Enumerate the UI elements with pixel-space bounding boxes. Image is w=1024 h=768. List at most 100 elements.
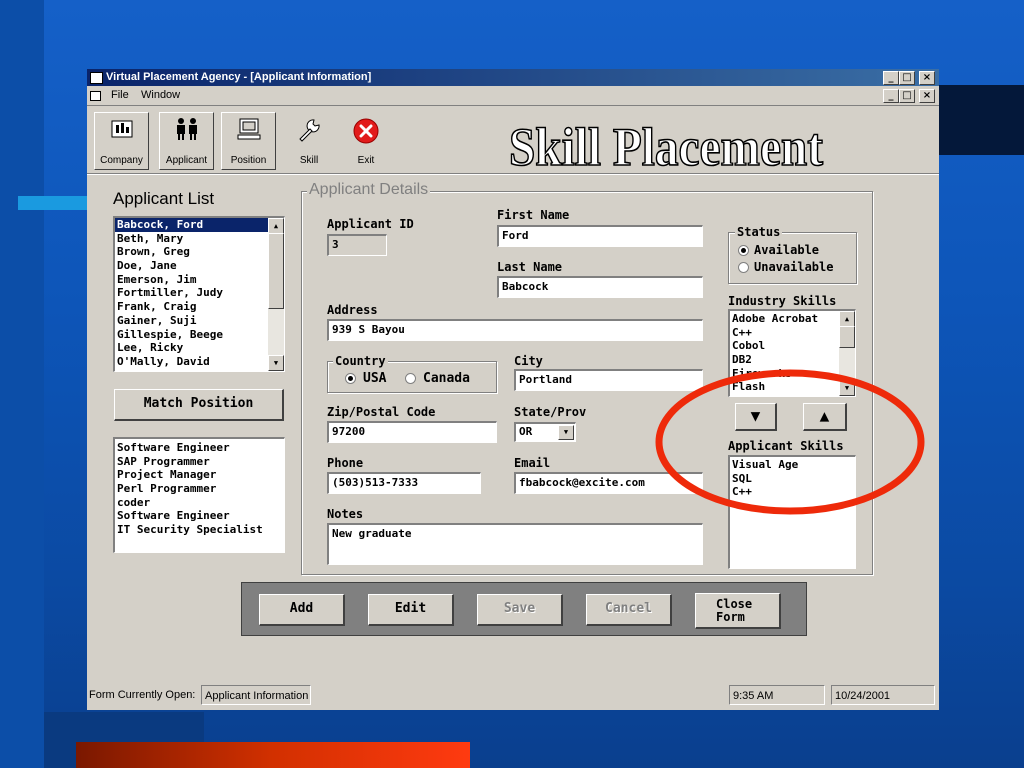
menu-window[interactable]: Window bbox=[141, 86, 180, 105]
status-available-radio[interactable] bbox=[738, 245, 749, 256]
country-canada-radio[interactable] bbox=[405, 373, 416, 384]
applicant-list-item[interactable]: Doe, Jane bbox=[115, 259, 284, 273]
zip-field[interactable]: 97200 bbox=[327, 421, 497, 443]
close-form-button[interactable]: Close Form bbox=[695, 593, 781, 629]
last-name-field[interactable]: Babcock bbox=[497, 276, 703, 298]
child-minimize-button[interactable]: _ bbox=[883, 89, 899, 103]
industry-scroll-up-icon[interactable]: ▲ bbox=[839, 311, 855, 327]
email-label: Email bbox=[514, 456, 551, 470]
applicant-listbox[interactable]: Babcock, Ford Beth, Mary Brown, Greg Doe, J… bbox=[113, 216, 285, 372]
scroll-thumb[interactable] bbox=[268, 233, 284, 309]
status-available-label: Available bbox=[754, 243, 820, 257]
child-close-button[interactable]: × bbox=[919, 89, 935, 103]
toolbar-divider bbox=[87, 105, 939, 106]
state-dropdown-arrow-icon[interactable]: ▼ bbox=[558, 425, 574, 440]
phone-field[interactable]: (503)513-7333 bbox=[327, 472, 481, 494]
status-bar: Form Currently Open: Applicant Informati… bbox=[87, 683, 939, 707]
applicant-id-field: 3 bbox=[327, 234, 387, 256]
close-form-line2: Form bbox=[716, 610, 745, 624]
app-icon bbox=[90, 72, 103, 84]
company-label: Company bbox=[100, 155, 143, 166]
match-position-button[interactable]: Match Position bbox=[114, 389, 284, 421]
first-name-field[interactable]: Ford bbox=[497, 225, 703, 247]
exit-button[interactable]: Exit bbox=[343, 112, 389, 170]
brand-title: Skill Placement bbox=[509, 117, 823, 177]
applicant-list-item[interactable]: Lee, Ricky bbox=[115, 341, 284, 355]
position-label: Position bbox=[230, 155, 267, 166]
applicant-list-item[interactable]: Gainer, Suji bbox=[115, 314, 284, 328]
add-button[interactable]: Add bbox=[259, 594, 345, 626]
highlight-ellipse bbox=[655, 369, 925, 515]
industry-skill-item[interactable]: Cobol bbox=[730, 339, 855, 353]
save-button[interactable]: Save bbox=[477, 594, 563, 626]
skill-label: Skill bbox=[299, 155, 319, 166]
status-unavailable-radio[interactable] bbox=[738, 262, 749, 273]
wrench-icon bbox=[299, 119, 320, 142]
computer-icon bbox=[237, 118, 260, 140]
document-icon[interactable] bbox=[90, 91, 101, 101]
applicant-label: Applicant bbox=[165, 155, 208, 166]
applicant-list-item[interactable]: O'Mally, David bbox=[115, 355, 284, 369]
status-time: 9:35 AM bbox=[729, 685, 825, 705]
window-title: Virtual Placement Agency - [Applicant In… bbox=[106, 71, 372, 83]
edit-button[interactable]: Edit bbox=[368, 594, 454, 626]
people-icon bbox=[176, 118, 197, 140]
applicant-list-item[interactable]: Babcock, Ford bbox=[115, 218, 284, 232]
status-unavailable-label: Unavailable bbox=[754, 260, 834, 274]
industry-scroll-thumb[interactable] bbox=[839, 326, 855, 348]
title-bar[interactable]: Virtual Placement Agency - [Applicant In… bbox=[87, 69, 939, 86]
applicant-scrollbar[interactable]: ▲ ▼ bbox=[268, 218, 284, 371]
industry-skill-item[interactable]: DB2 bbox=[730, 353, 855, 367]
phone-label: Phone bbox=[327, 456, 364, 470]
applicant-list-item[interactable]: Emerson, Jim bbox=[115, 273, 284, 287]
industry-skills-label: Industry Skills bbox=[728, 294, 837, 308]
position-list-item[interactable]: SAP Programmer bbox=[115, 455, 284, 469]
state-label: State/Prov bbox=[514, 405, 587, 419]
slide-red-bar bbox=[76, 742, 470, 768]
status-date: 10/24/2001 bbox=[831, 685, 935, 705]
menu-file[interactable]: File bbox=[111, 86, 129, 105]
close-circle-icon bbox=[353, 118, 379, 144]
applicant-list-item[interactable]: Frank, Craig bbox=[115, 300, 284, 314]
position-list-item[interactable]: IT Security Specialist bbox=[115, 523, 284, 537]
cancel-button[interactable]: Cancel bbox=[586, 594, 672, 626]
scroll-down-arrow-icon[interactable]: ▼ bbox=[268, 355, 284, 371]
zip-label: Zip/Postal Code bbox=[327, 405, 436, 419]
position-list-item[interactable]: Project Manager bbox=[115, 468, 284, 482]
position-button[interactable]: Position bbox=[221, 112, 276, 170]
applicant-list-item[interactable]: Gillespie, Beege bbox=[115, 328, 284, 342]
applicant-list-item[interactable]: Beth, Mary bbox=[115, 232, 284, 246]
brand-logo: Skill Placement bbox=[508, 116, 824, 177]
position-list-item[interactable]: coder bbox=[115, 496, 284, 510]
menu-bar: File Window _ □ × bbox=[87, 86, 939, 105]
restore-button[interactable]: □ bbox=[899, 71, 915, 85]
close-window-button[interactable]: × bbox=[919, 71, 935, 85]
applicant-list-heading: Applicant List bbox=[113, 189, 215, 208]
notes-field[interactable]: New graduate bbox=[327, 523, 703, 565]
first-name-label: First Name bbox=[497, 208, 570, 222]
applicant-id-label: Applicant ID bbox=[327, 217, 414, 231]
position-list-item[interactable]: Software Engineer bbox=[115, 441, 284, 455]
industry-skill-item[interactable]: C++ bbox=[730, 326, 855, 340]
industry-skill-item[interactable]: Adobe Acrobat bbox=[730, 312, 855, 326]
applicant-list-item[interactable]: Brown, Greg bbox=[115, 245, 284, 259]
skill-button[interactable]: Skill bbox=[287, 112, 331, 170]
child-restore-button[interactable]: □ bbox=[899, 89, 915, 103]
position-list-item[interactable]: Perl Programmer bbox=[115, 482, 284, 496]
positions-listbox[interactable]: Software Engineer SAP Programmer Project M… bbox=[113, 437, 285, 553]
applicant-button[interactable]: Applicant bbox=[159, 112, 214, 170]
address-field[interactable]: 939 S Bayou bbox=[327, 319, 703, 341]
state-select[interactable]: OR ▼ bbox=[514, 422, 576, 442]
scroll-up-arrow-icon[interactable]: ▲ bbox=[268, 218, 284, 234]
company-button[interactable]: Company bbox=[94, 112, 149, 170]
country-usa-radio[interactable] bbox=[345, 373, 356, 384]
form-open-value: Applicant Information bbox=[201, 685, 311, 705]
position-list-item[interactable]: Software Engineer bbox=[115, 509, 284, 523]
address-label: Address bbox=[327, 303, 378, 317]
country-usa-label: USA bbox=[363, 371, 387, 386]
applicant-details-title: Applicant Details bbox=[307, 181, 431, 199]
last-name-label: Last Name bbox=[497, 260, 563, 274]
slide-dark-block bbox=[938, 85, 1024, 155]
minimize-button[interactable]: _ bbox=[883, 71, 899, 85]
applicant-list-item[interactable]: Fortmiller, Judy bbox=[115, 286, 284, 300]
